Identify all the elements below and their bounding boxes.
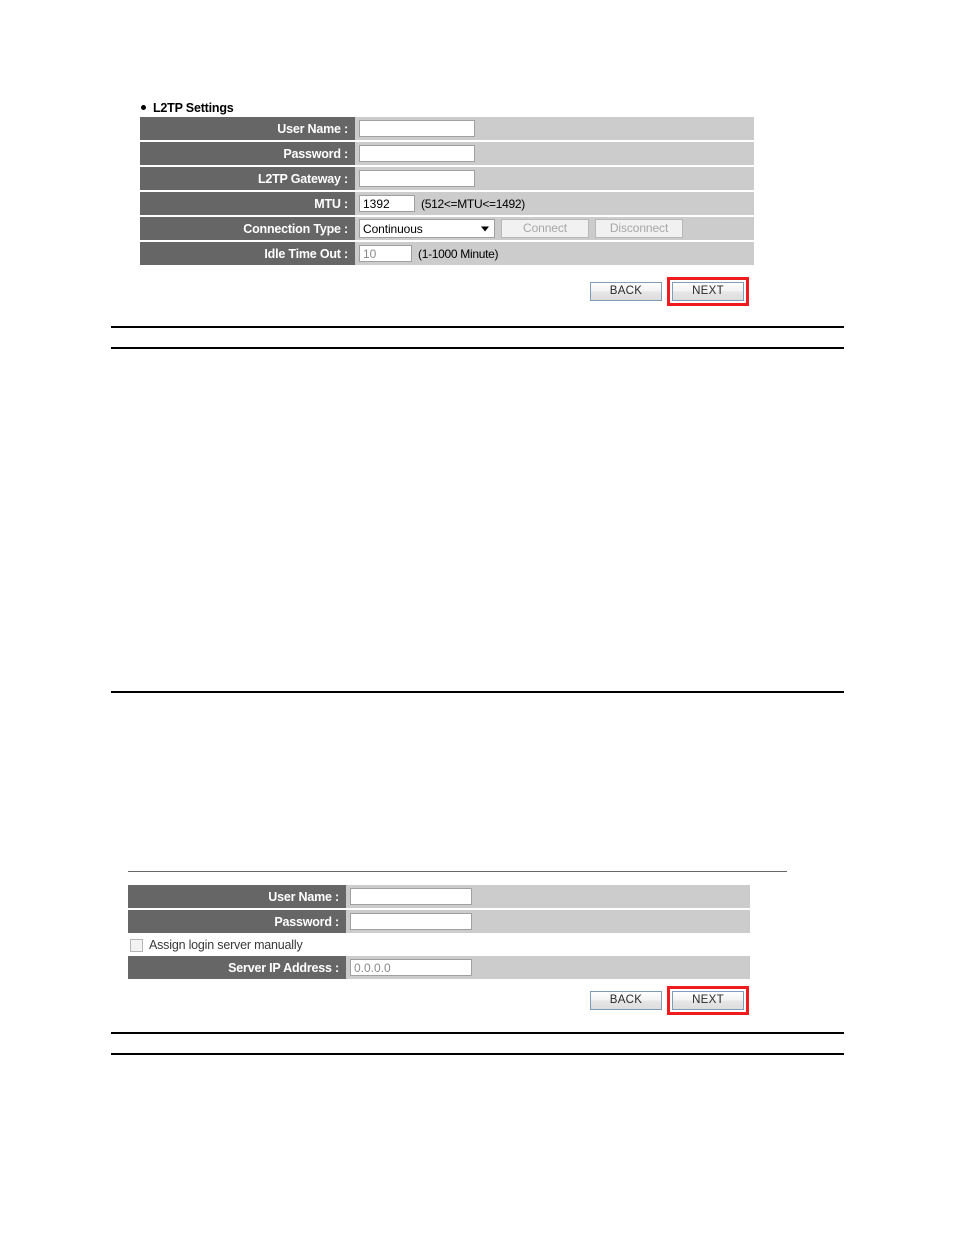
l2tp-username-input[interactable]: [359, 120, 475, 137]
table-row: User Name :: [128, 885, 750, 908]
l2tp-idle-timeout-label: Idle Time Out :: [140, 242, 355, 265]
l2tp-connection-type-cell: Continuous Connect Disconnect: [355, 217, 754, 240]
login-username-input[interactable]: [350, 888, 472, 905]
table-row: Password :: [140, 142, 754, 165]
divider-2: [111, 347, 844, 349]
table-row: Idle Time Out : (1-1000 Minute): [140, 242, 754, 265]
table-row: User Name :: [140, 117, 754, 140]
l2tp-nav-buttons: BACK NEXT: [590, 277, 749, 306]
login-password-label: Password :: [128, 910, 346, 933]
login-next-button[interactable]: NEXT: [672, 991, 744, 1010]
login-nav-buttons: BACK NEXT: [590, 986, 749, 1015]
page-title: L2TP Settings: [141, 101, 234, 115]
table-row: Server IP Address :: [128, 956, 750, 979]
assign-login-server-checkbox[interactable]: [130, 938, 143, 952]
divider-login-top: [128, 871, 787, 872]
connection-type-selected-value: Continuous: [363, 221, 423, 236]
table-row: Connection Type : Continuous Connect Dis…: [140, 217, 754, 240]
login-next-highlight: NEXT: [667, 986, 749, 1015]
login-password-input[interactable]: [350, 913, 472, 930]
disconnect-button[interactable]: Disconnect: [595, 219, 683, 238]
assign-login-server-label: Assign login server manually: [149, 938, 303, 952]
l2tp-gateway-label: L2TP Gateway :: [140, 167, 355, 190]
l2tp-gateway-input[interactable]: [359, 170, 475, 187]
l2tp-mtu-input[interactable]: [359, 195, 415, 212]
divider-4: [111, 1032, 844, 1034]
l2tp-next-button[interactable]: NEXT: [672, 282, 744, 301]
assign-login-server-row[interactable]: Assign login server manually: [130, 938, 303, 952]
l2tp-idle-timeout-input[interactable]: [359, 245, 412, 262]
l2tp-mtu-hint: (512<=MTU<=1492): [421, 196, 525, 211]
table-row: Password :: [128, 910, 750, 933]
login-username-label: User Name :: [128, 885, 346, 908]
table-row: MTU : (512<=MTU<=1492): [140, 192, 754, 215]
l2tp-idle-timeout-cell: (1-1000 Minute): [355, 242, 754, 265]
divider-1: [111, 326, 844, 328]
login-username-cell: [346, 885, 750, 908]
login-back-button[interactable]: BACK: [590, 991, 662, 1010]
l2tp-gateway-cell: [355, 167, 754, 190]
divider-3: [111, 691, 844, 693]
l2tp-connection-type-label: Connection Type :: [140, 217, 355, 240]
table-row: L2TP Gateway :: [140, 167, 754, 190]
connect-button[interactable]: Connect: [501, 219, 589, 238]
login-server-ip-table: Server IP Address :: [128, 956, 750, 979]
document-page: L2TP Settings User Name : Password : L2T…: [0, 0, 954, 1235]
l2tp-username-label: User Name :: [140, 117, 355, 140]
login-settings-table: User Name : Password :: [128, 885, 750, 933]
server-ip-address-input[interactable]: [350, 959, 472, 976]
l2tp-password-cell: [355, 142, 754, 165]
bullet-icon: [141, 105, 146, 111]
l2tp-username-cell: [355, 117, 754, 140]
l2tp-idle-timeout-hint: (1-1000 Minute): [418, 246, 499, 261]
l2tp-next-highlight: NEXT: [667, 277, 749, 306]
l2tp-mtu-cell: (512<=MTU<=1492): [355, 192, 754, 215]
l2tp-back-button[interactable]: BACK: [590, 282, 662, 301]
l2tp-settings-heading-text: L2TP Settings: [153, 101, 234, 115]
chevron-down-icon: [481, 226, 489, 231]
server-ip-address-cell: [346, 956, 750, 979]
divider-5: [111, 1053, 844, 1055]
connection-type-select[interactable]: Continuous: [359, 219, 495, 238]
l2tp-mtu-label: MTU :: [140, 192, 355, 215]
l2tp-password-input[interactable]: [359, 145, 475, 162]
l2tp-password-label: Password :: [140, 142, 355, 165]
server-ip-address-label: Server IP Address :: [128, 956, 346, 979]
login-password-cell: [346, 910, 750, 933]
l2tp-settings-table: User Name : Password : L2TP Gateway : MT…: [140, 117, 754, 265]
